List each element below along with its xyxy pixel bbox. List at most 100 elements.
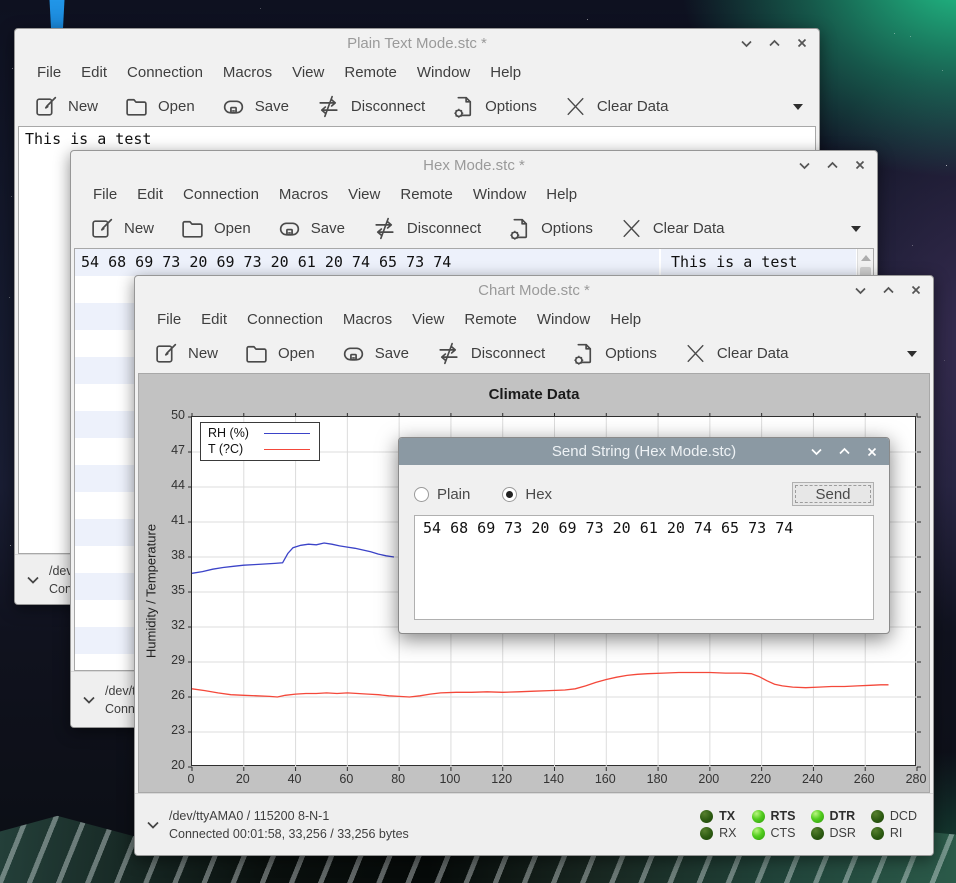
status-expand-button[interactable] — [27, 571, 39, 589]
scroll-up-icon[interactable] — [861, 255, 871, 261]
menu-file[interactable]: File — [83, 186, 127, 203]
menu-view[interactable]: View — [338, 186, 390, 203]
menu-view[interactable]: View — [282, 64, 334, 81]
close-button[interactable] — [911, 285, 921, 295]
status-expand-button[interactable] — [83, 691, 95, 709]
disconnect-button[interactable]: Disconnect — [302, 87, 438, 126]
maximize-button[interactable] — [839, 447, 850, 456]
menu-file[interactable]: File — [147, 311, 191, 328]
led-indicator — [871, 810, 884, 823]
titlebar[interactable]: Plain Text Mode.stc * — [15, 29, 819, 57]
radio-hex-option[interactable]: Hex — [502, 486, 552, 503]
clear-data-button[interactable]: Clear Data — [670, 334, 802, 373]
maximize-button[interactable] — [827, 161, 838, 170]
led-indicator — [811, 827, 824, 840]
y-tick-label: 23 — [145, 723, 185, 737]
options-button[interactable]: Options — [438, 87, 550, 126]
chart-legend: RH (%) T (?C) — [200, 422, 320, 461]
menu-window[interactable]: Window — [407, 64, 480, 81]
close-icon — [855, 160, 865, 170]
toolbar-overflow-button[interactable] — [907, 351, 917, 357]
menu-edit[interactable]: Edit — [191, 311, 237, 328]
send-string-input[interactable]: 54 68 69 73 20 69 73 20 61 20 74 65 73 7… — [414, 515, 874, 620]
radio-plain-option[interactable]: Plain — [414, 486, 470, 503]
open-button[interactable]: Open — [111, 87, 208, 126]
toolbar-overflow-button[interactable] — [851, 226, 861, 232]
minimize-button[interactable] — [741, 39, 752, 48]
save-button[interactable]: Save — [328, 334, 422, 373]
maximize-button[interactable] — [769, 39, 780, 48]
x-tick-label: 40 — [267, 772, 323, 786]
menu-connection[interactable]: Connection — [173, 186, 269, 203]
save-button[interactable]: Save — [208, 87, 302, 126]
chevron-up-icon — [883, 286, 894, 295]
close-button[interactable] — [867, 447, 877, 457]
disconnect-button[interactable]: Disconnect — [422, 334, 558, 373]
menu-help[interactable]: Help — [536, 186, 587, 203]
menu-remote[interactable]: Remote — [454, 311, 527, 328]
ascii-text-cell: This is a test — [661, 249, 856, 276]
new-button[interactable]: New — [21, 87, 111, 126]
chevron-down-icon — [147, 821, 159, 829]
x-tick-label: 120 — [474, 772, 530, 786]
status-expand-button[interactable] — [147, 816, 159, 834]
menu-edit[interactable]: Edit — [127, 186, 173, 203]
menu-help[interactable]: Help — [480, 64, 531, 81]
minimize-button[interactable] — [799, 161, 810, 170]
led-indicator — [700, 810, 713, 823]
menu-remote[interactable]: Remote — [334, 64, 407, 81]
disconnect-button[interactable]: Disconnect — [358, 209, 494, 248]
new-button[interactable]: New — [77, 209, 167, 248]
x-tick-label: 160 — [577, 772, 633, 786]
toolbar-overflow-button[interactable] — [793, 104, 803, 110]
minimize-button[interactable] — [811, 447, 822, 456]
options-button[interactable]: Options — [494, 209, 606, 248]
menu-help[interactable]: Help — [600, 311, 651, 328]
send-button[interactable]: Send — [792, 482, 874, 506]
close-button[interactable] — [855, 160, 865, 170]
open-button[interactable]: Open — [167, 209, 264, 248]
radio-hex[interactable] — [502, 487, 517, 502]
open-button[interactable]: Open — [231, 334, 328, 373]
menu-connection[interactable]: Connection — [237, 311, 333, 328]
menu-remote[interactable]: Remote — [390, 186, 463, 203]
star — [944, 360, 945, 361]
clear-data-button[interactable]: Clear Data — [606, 209, 738, 248]
open-folder-icon — [124, 94, 149, 119]
titlebar[interactable]: Chart Mode.stc * — [135, 276, 933, 304]
menu-macros[interactable]: Macros — [269, 186, 338, 203]
titlebar[interactable]: Hex Mode.stc * — [71, 151, 877, 179]
save-button[interactable]: Save — [264, 209, 358, 248]
menu-window[interactable]: Window — [463, 186, 536, 203]
menu-edit[interactable]: Edit — [71, 64, 117, 81]
new-button[interactable]: New — [141, 334, 231, 373]
minimize-button[interactable] — [855, 286, 866, 295]
star — [946, 165, 947, 166]
send-string-dialog: Send String (Hex Mode.stc) Plain Hex Sen… — [398, 437, 890, 634]
dialog-titlebar[interactable]: Send String (Hex Mode.stc) — [399, 438, 889, 465]
led-label: DSR — [830, 826, 856, 840]
x-tick-label: 180 — [629, 772, 685, 786]
star — [260, 8, 261, 9]
save-icon — [221, 94, 246, 119]
menu-macros[interactable]: Macros — [333, 311, 402, 328]
chevron-down-icon — [799, 161, 810, 170]
menu-view[interactable]: View — [402, 311, 454, 328]
menu-macros[interactable]: Macros — [213, 64, 282, 81]
close-button[interactable] — [797, 38, 807, 48]
maximize-button[interactable] — [883, 286, 894, 295]
led-dtr: DTR — [811, 809, 856, 823]
menu-file[interactable]: File — [27, 64, 71, 81]
format-radio-row: Plain Hex Send — [414, 482, 874, 506]
radio-plain[interactable] — [414, 487, 429, 502]
menu-window[interactable]: Window — [527, 311, 600, 328]
clear-data-button[interactable]: Clear Data — [550, 87, 682, 126]
led-label: TX — [719, 809, 735, 823]
new-file-icon — [90, 216, 115, 241]
hex-table-row[interactable]: 54 68 69 73 20 69 73 20 61 20 74 65 73 7… — [75, 249, 856, 276]
y-tick-label: 38 — [145, 548, 185, 562]
open-folder-icon — [244, 341, 269, 366]
menu-connection[interactable]: Connection — [117, 64, 213, 81]
options-button[interactable]: Options — [558, 334, 670, 373]
y-tick-label: 41 — [145, 513, 185, 527]
